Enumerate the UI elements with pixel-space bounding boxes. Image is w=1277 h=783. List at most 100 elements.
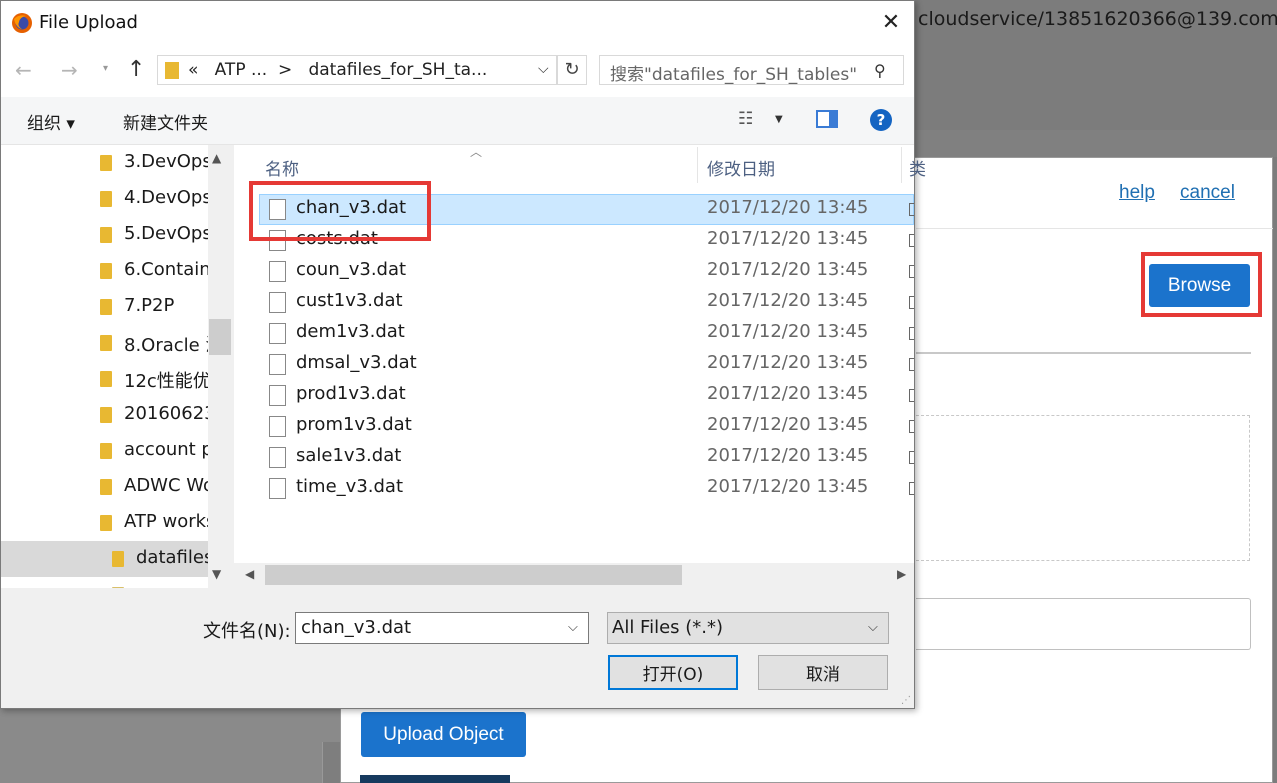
tree-item-selected[interactable]: datafiles_ bbox=[1, 541, 208, 577]
background-panel-edge bbox=[322, 742, 340, 783]
tree-item[interactable]: 20160623 bbox=[1, 397, 208, 433]
title-bar bbox=[1, 1, 914, 45]
breadcrumb-item[interactable]: datafiles_for_SH_ta... bbox=[308, 60, 487, 80]
recent-locations-icon[interactable]: ▾ bbox=[103, 63, 108, 74]
tree-item[interactable]: 3.DevOps bbox=[1, 145, 208, 181]
breadcrumb-separator: > bbox=[278, 60, 293, 80]
file-type bbox=[909, 296, 914, 309]
file-row[interactable]: dmsal_v3.dat 2017/12/20 13:45 bbox=[259, 349, 914, 380]
chevron-down-icon[interactable]: ▼ bbox=[775, 114, 783, 125]
folder-icon bbox=[100, 479, 112, 495]
chevron-down-icon[interactable]: ⌵ bbox=[868, 620, 878, 635]
filetype-value: All Files (*.*) bbox=[612, 617, 724, 638]
tree-item[interactable]: 4.DevOps bbox=[1, 181, 208, 217]
folder-icon bbox=[100, 407, 112, 423]
scroll-up-icon[interactable]: ▲ bbox=[212, 151, 221, 165]
cancel-button[interactable]: 取消 bbox=[758, 655, 888, 690]
folder-icon bbox=[165, 62, 179, 79]
help-link[interactable]: help bbox=[1119, 182, 1155, 204]
up-folder-icon[interactable]: ↑ bbox=[127, 57, 145, 82]
tree-scrollbar-thumb[interactable] bbox=[209, 319, 231, 355]
new-folder-button[interactable]: 新建文件夹 bbox=[123, 109, 208, 134]
file-date: 2017/12/20 13:45 bbox=[707, 476, 869, 497]
tree-item-label: 12c性能优 bbox=[124, 371, 208, 392]
tree-item[interactable] bbox=[1, 577, 208, 588]
view-options-icon[interactable]: ☷ bbox=[738, 109, 753, 129]
tree-item[interactable]: 6.Contain bbox=[1, 253, 208, 289]
tree-item[interactable]: 8.Oracle 演 bbox=[1, 325, 208, 361]
filename-input[interactable]: chan_v3.dat ⌵ bbox=[295, 612, 589, 644]
tree-item[interactable]: 12c性能优 bbox=[1, 361, 208, 397]
file-date: 2017/12/20 13:45 bbox=[707, 290, 869, 311]
chevron-down-icon[interactable]: ⌵ bbox=[568, 620, 578, 635]
file-row[interactable]: cust1v3.dat 2017/12/20 13:45 bbox=[259, 287, 914, 318]
file-icon bbox=[269, 416, 286, 437]
forward-arrow-icon[interactable]: → bbox=[61, 58, 78, 82]
filename-label: 文件名(N): bbox=[203, 621, 291, 642]
tree-scrollbar[interactable] bbox=[208, 145, 232, 588]
tree-item-label: 8.Oracle 演 bbox=[124, 335, 208, 356]
open-button[interactable]: 打开(O) bbox=[608, 655, 738, 690]
refresh-icon[interactable]: ↻ bbox=[557, 55, 587, 85]
column-header-modified[interactable]: 修改日期 bbox=[707, 155, 775, 180]
column-divider[interactable] bbox=[901, 147, 902, 183]
file-row[interactable]: dem1v3.dat 2017/12/20 13:45 bbox=[259, 318, 914, 349]
column-divider[interactable] bbox=[697, 147, 698, 183]
column-header-type[interactable]: 类 bbox=[909, 155, 926, 180]
organize-menu[interactable]: 组织 ▾ bbox=[27, 109, 75, 134]
column-header-name[interactable]: 名称 bbox=[265, 155, 299, 180]
file-row[interactable]: sale1v3.dat 2017/12/20 13:45 bbox=[259, 442, 914, 473]
file-row[interactable]: prom1v3.dat 2017/12/20 13:45 bbox=[259, 411, 914, 442]
tree-item[interactable]: ADWC Wo bbox=[1, 469, 208, 505]
file-icon bbox=[269, 447, 286, 468]
file-row[interactable]: coun_v3.dat 2017/12/20 13:45 bbox=[259, 256, 914, 287]
file-icon bbox=[269, 385, 286, 406]
file-date: 2017/12/20 13:45 bbox=[707, 414, 869, 435]
breadcrumb-item[interactable]: ATP ... bbox=[215, 60, 268, 80]
scroll-down-icon[interactable]: ▼ bbox=[212, 567, 221, 581]
filename-value: chan_v3.dat bbox=[301, 617, 412, 638]
back-arrow-icon[interactable]: ← bbox=[15, 58, 32, 82]
breadcrumb-overflow[interactable]: « bbox=[188, 60, 198, 80]
help-icon[interactable]: ? bbox=[870, 109, 892, 131]
divider bbox=[916, 352, 1251, 354]
drop-zone[interactable] bbox=[916, 415, 1250, 561]
file-date: 2017/12/20 13:45 bbox=[707, 259, 869, 280]
cancel-link[interactable]: cancel bbox=[1180, 182, 1235, 204]
file-type bbox=[909, 203, 914, 216]
tree-item[interactable]: 5.DevOps bbox=[1, 217, 208, 253]
upload-object-button[interactable]: Upload Object bbox=[361, 712, 526, 757]
search-icon[interactable]: ⚲ bbox=[874, 61, 886, 80]
search-input[interactable]: 搜索"datafiles_for_SH_tables" ⚲ bbox=[599, 55, 904, 85]
tree-item[interactable]: ATP works bbox=[1, 505, 208, 541]
chevron-down-icon[interactable]: ⌵ bbox=[538, 61, 549, 77]
tree-item-label: 3.DevOps bbox=[124, 151, 208, 172]
horizontal-scrollbar-thumb[interactable] bbox=[265, 565, 682, 585]
folder-icon bbox=[100, 263, 112, 279]
filetype-select[interactable]: All Files (*.*) ⌵ bbox=[607, 612, 889, 644]
resize-grip-icon[interactable]: ⋰ bbox=[901, 695, 911, 706]
preview-pane-icon[interactable] bbox=[816, 110, 838, 128]
tree-item[interactable]: account p bbox=[1, 433, 208, 469]
firefox-icon bbox=[12, 13, 32, 33]
folder-icon bbox=[100, 191, 112, 207]
highlight-box-browse bbox=[1141, 252, 1262, 317]
file-row[interactable]: time_v3.dat 2017/12/20 13:45 bbox=[259, 473, 914, 504]
tree-item-label: account p bbox=[124, 439, 208, 460]
object-name-input[interactable] bbox=[916, 598, 1251, 650]
address-bar[interactable]: « ATP ... > datafiles_for_SH_ta... ⌵ bbox=[157, 55, 557, 85]
breadcrumb: « ATP ... > datafiles_for_SH_ta... bbox=[188, 60, 487, 80]
close-icon[interactable]: ✕ bbox=[879, 11, 903, 35]
tree-item-label: 7.P2P bbox=[124, 295, 175, 316]
account-email: cloudservice/13851620366@139.com bbox=[918, 8, 1277, 30]
tree-item-label: 5.DevOps bbox=[124, 223, 208, 244]
scroll-right-icon[interactable]: ▶ bbox=[897, 567, 906, 581]
file-name: prod1v3.dat bbox=[296, 383, 406, 404]
file-icon bbox=[269, 261, 286, 282]
scroll-left-icon[interactable]: ◀ bbox=[245, 567, 254, 581]
tree-item[interactable]: 7.P2P bbox=[1, 289, 208, 325]
file-row[interactable]: prod1v3.dat 2017/12/20 13:45 bbox=[259, 380, 914, 411]
folder-icon bbox=[100, 227, 112, 243]
search-placeholder: 搜索"datafiles_for_SH_tables" bbox=[610, 65, 858, 85]
file-date: 2017/12/20 13:45 bbox=[707, 383, 869, 404]
